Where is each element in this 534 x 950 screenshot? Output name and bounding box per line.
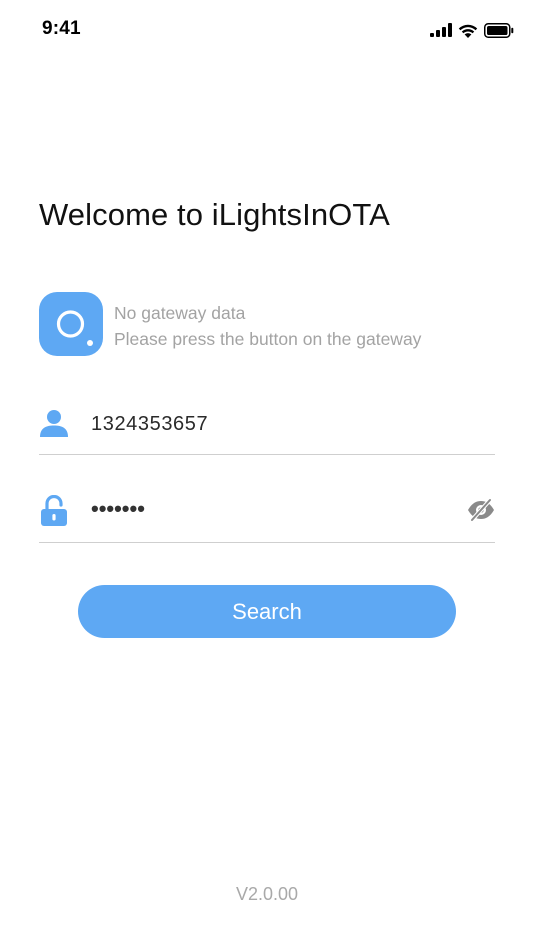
page-title: Welcome to iLightsInOTA [39,197,390,232]
status-icons [430,20,514,40]
lock-icon [41,495,67,526]
battery-icon [484,22,514,38]
password-input[interactable]: ••••••• [91,496,145,522]
search-button[interactable]: Search [78,585,456,638]
cellular-signal-icon [430,23,452,37]
user-icon [40,410,68,437]
wifi-icon [458,24,478,38]
gateway-status-hint: Please press the button on the gateway [114,329,422,349]
version-label: V2.0.00 [235,884,299,904]
status-time: 9:41 [42,18,81,39]
username-field[interactable]: 1324353657 [39,398,495,455]
username-input[interactable]: 1324353657 [91,413,208,436]
password-field[interactable]: ••••••• [39,486,495,543]
status-bar: 9:41 [0,0,534,60]
gateway-status: No gateway data Please press the button … [114,300,421,352]
eye-off-icon[interactable] [467,498,495,522]
gateway-status-title: No gateway data [114,303,246,323]
gateway-icon [39,292,103,356]
